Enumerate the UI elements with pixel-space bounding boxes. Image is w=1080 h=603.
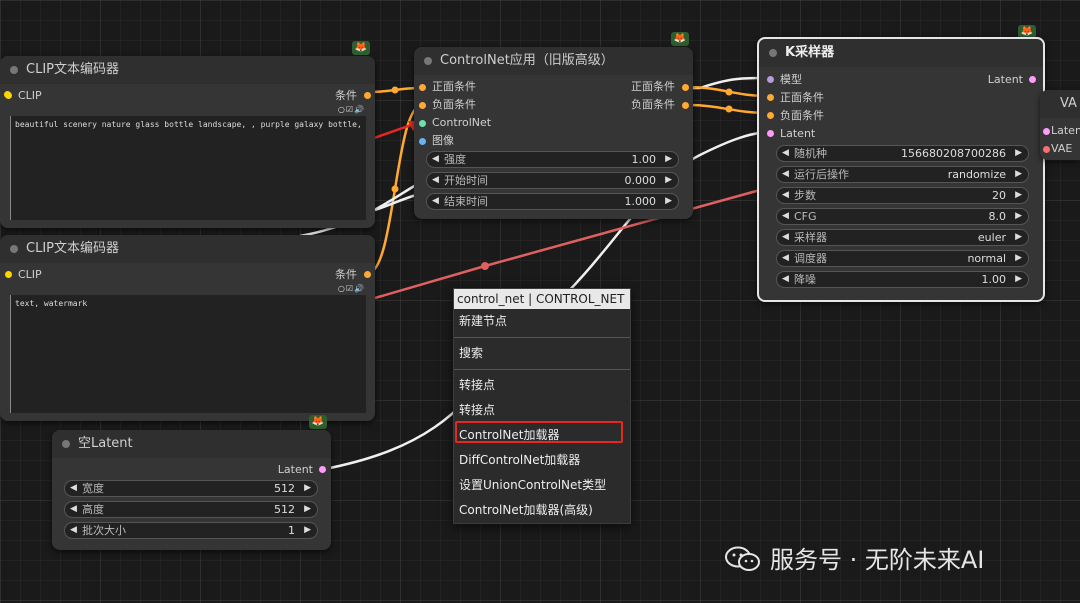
node-title: ControlNet应用（旧版高级）	[440, 53, 614, 68]
fox-icon: 🦊	[352, 41, 370, 55]
input-latent: Latent	[780, 127, 816, 140]
input-vae-dot[interactable]	[1043, 146, 1050, 153]
menu-item-set-union-controlnet-type[interactable]: 设置UnionControlNet类型	[454, 473, 630, 498]
fox-icon: 🦊	[671, 32, 689, 46]
prompt-textarea[interactable]: beautiful scenery nature glass bottle la…	[10, 116, 366, 220]
menu-header: control_net | CONTROL_NET	[454, 289, 630, 309]
wire-clip-white-2	[374, 193, 417, 212]
output-latent: Latent	[987, 73, 1023, 86]
input-negative-dot[interactable]	[767, 112, 774, 119]
cfg-widget[interactable]: ◀ CFG 8.0 ▶	[776, 208, 1029, 225]
input-clip: CLIP	[18, 268, 42, 281]
menu-item-reroute-2[interactable]: 转接点	[454, 398, 630, 423]
ksampler-node[interactable]: K采样器 模型 正面条件 负面条件 Latent Latent ◀ 随机种 1566…	[757, 37, 1045, 302]
menu-item-add-node[interactable]: 新建节点	[454, 309, 630, 334]
input-clip: CLIP	[18, 89, 42, 102]
menu-separator	[454, 369, 630, 370]
collapse-dot[interactable]	[10, 245, 18, 253]
menu-item-search[interactable]: 搜索	[454, 341, 630, 366]
wire-neg-cond	[687, 103, 769, 115]
collapse-dot[interactable]	[62, 440, 70, 448]
node-title: K采样器	[785, 45, 835, 60]
width-widget[interactable]: ◀ 宽度 512 ▶	[64, 480, 318, 497]
denoise-widget[interactable]: ◀ 降噪 1.00 ▶	[776, 271, 1029, 288]
controlnet-apply-node[interactable]: ControlNet应用（旧版高级） 正面条件 负面条件 ControlNet …	[414, 47, 693, 219]
node-title: CLIP文本编码器	[26, 241, 119, 256]
vae-decode-node-partial[interactable]: VA Laten VAE	[1040, 90, 1080, 160]
output-negative-dot[interactable]	[682, 102, 689, 109]
highlight-box	[455, 421, 623, 443]
watermark-text: 服务号 · 无阶未来AI	[770, 546, 985, 574]
height-widget[interactable]: ◀ 高度 512 ▶	[64, 501, 318, 518]
input-controlnet-dot[interactable]	[419, 120, 426, 127]
node-title: VA	[1060, 96, 1077, 111]
control-after-generate-widget[interactable]: ◀ 运行后操作 randomize ▶	[776, 166, 1029, 183]
prompt-textarea[interactable]: text, watermark	[10, 295, 366, 413]
output-conditioning-dot[interactable]	[364, 92, 371, 99]
input-negative-dot[interactable]	[419, 102, 426, 109]
input-image: 图像	[432, 134, 454, 147]
wire-pos-cond	[687, 85, 769, 98]
scheduler-widget[interactable]: ◀ 调度器 normal ▶	[776, 250, 1029, 267]
input-vae: VAE	[1051, 142, 1073, 155]
sampler-widget[interactable]: ◀ 采样器 euler ▶	[776, 229, 1029, 246]
input-clip-dot[interactable]	[5, 271, 12, 278]
clip-text-encode-node-1[interactable]: CLIP文本编码器 CLIP 条件 ○☑🔊 beautiful scenery …	[0, 56, 375, 228]
output-positive: 正面条件	[631, 80, 675, 93]
wechat-icon	[725, 546, 760, 571]
input-latent-dot[interactable]	[767, 130, 774, 137]
input-negative: 负面条件	[432, 98, 476, 111]
text-options-icons[interactable]: ○☑🔊	[338, 105, 365, 114]
end-percent-widget[interactable]: ◀ 结束时间 1.000 ▶	[426, 193, 679, 210]
menu-item-controlnet-loader-advanced[interactable]: ControlNet加载器(高级)	[454, 498, 630, 523]
menu-item-diff-controlnet-loader[interactable]: DiffControlNet加载器	[454, 448, 630, 473]
input-image-dot[interactable]	[419, 138, 426, 145]
input-positive-dot[interactable]	[767, 94, 774, 101]
input-positive: 正面条件	[432, 80, 476, 93]
input-positive-dot[interactable]	[419, 84, 426, 91]
input-model-dot[interactable]	[767, 76, 774, 83]
input-clip-dot[interactable]	[5, 92, 12, 99]
empty-latent-node[interactable]: 空Latent Latent ◀ 宽度 512 ▶ ◀ 高度 512 ▶ ◀ 批次大小 1 ▶	[52, 430, 331, 550]
output-conditioning-dot[interactable]	[364, 271, 371, 278]
fox-icon: 🦊	[309, 415, 327, 429]
input-model: 模型	[780, 73, 802, 86]
input-positive: 正面条件	[780, 91, 824, 104]
steps-widget[interactable]: ◀ 步数 20 ▶	[776, 187, 1029, 204]
output-negative: 负面条件	[631, 98, 675, 111]
context-menu[interactable]: control_net | CONTROL_NET 新建节点 搜索 转接点 转接…	[453, 288, 631, 524]
menu-item-reroute-1[interactable]: 转接点	[454, 373, 630, 398]
output-conditioning: 条件	[335, 268, 357, 281]
collapse-dot[interactable]	[424, 57, 432, 65]
input-latent-dot[interactable]	[1043, 128, 1050, 135]
output-latent-dot[interactable]	[319, 466, 326, 473]
output-positive-dot[interactable]	[682, 84, 689, 91]
menu-separator	[454, 337, 630, 338]
node-title: CLIP文本编码器	[26, 62, 119, 77]
strength-widget[interactable]: ◀ 强度 1.00 ▶	[426, 151, 679, 168]
input-controlnet: ControlNet	[432, 116, 492, 129]
input-negative: 负面条件	[780, 109, 824, 122]
input-latent: Laten	[1051, 124, 1080, 137]
node-title: 空Latent	[78, 436, 133, 451]
clip-text-encode-node-2[interactable]: CLIP文本编码器 CLIP 条件 ○☑🔊 text, watermark	[0, 235, 375, 421]
start-percent-widget[interactable]: ◀ 开始时间 0.000 ▶	[426, 172, 679, 189]
collapse-dot[interactable]	[10, 66, 18, 74]
output-latent: Latent	[277, 463, 313, 476]
text-options-icons[interactable]: ○☑🔊	[338, 284, 365, 293]
output-latent-dot[interactable]	[1029, 76, 1036, 83]
seed-widget[interactable]: ◀ 随机种 156680208700286 ▶	[776, 145, 1029, 162]
batch-size-widget[interactable]: ◀ 批次大小 1 ▶	[64, 522, 318, 539]
collapse-dot[interactable]	[769, 49, 777, 57]
output-conditioning: 条件	[335, 89, 357, 102]
